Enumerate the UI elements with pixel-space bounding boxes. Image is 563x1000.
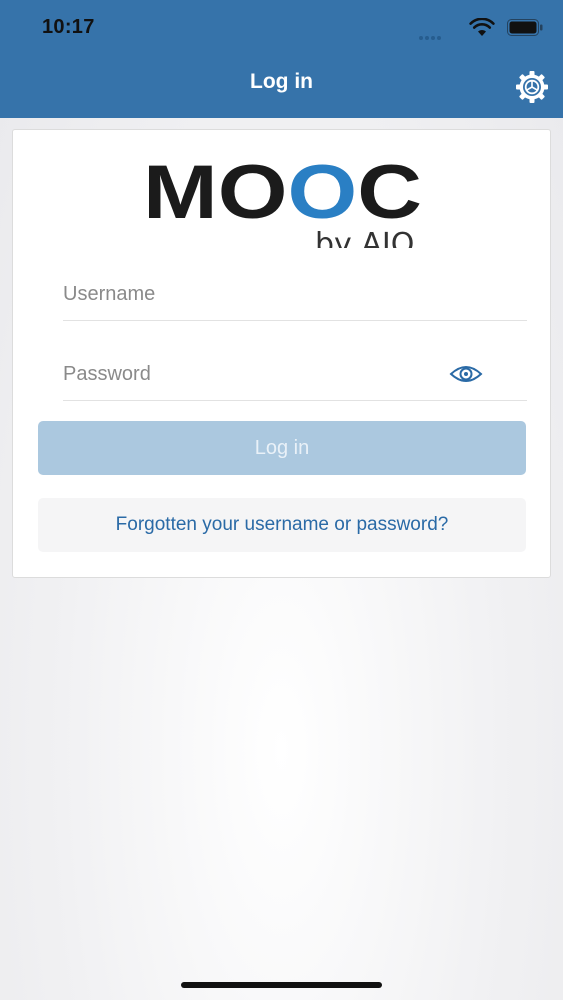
app-header: 10:17 Log in bbox=[0, 0, 563, 118]
login-button[interactable]: Log in bbox=[38, 421, 526, 475]
username-field bbox=[63, 261, 527, 321]
status-time: 10:17 bbox=[42, 16, 95, 38]
gear-icon[interactable] bbox=[514, 69, 550, 105]
battery-icon bbox=[507, 19, 543, 36]
forgot-credentials-button[interactable]: Forgotten your username or password? bbox=[38, 498, 526, 552]
eye-icon[interactable] bbox=[449, 363, 483, 385]
mooc-logo: MOOC by AIO bbox=[143, 150, 422, 248]
login-card: MOOC by AIO Log in Forgotten your userna… bbox=[12, 129, 551, 578]
status-icons bbox=[403, 18, 543, 40]
home-indicator bbox=[181, 982, 382, 988]
password-input[interactable] bbox=[63, 357, 463, 391]
status-bar: 10:17 bbox=[0, 0, 563, 56]
logo-brand: MOOC bbox=[143, 150, 422, 235]
wifi-icon bbox=[469, 18, 495, 36]
password-field bbox=[63, 341, 527, 401]
signal-icon bbox=[419, 27, 445, 40]
page-title: Log in bbox=[250, 70, 313, 93]
username-input[interactable] bbox=[63, 277, 463, 311]
logo-subtitle: by AIO bbox=[315, 227, 414, 248]
